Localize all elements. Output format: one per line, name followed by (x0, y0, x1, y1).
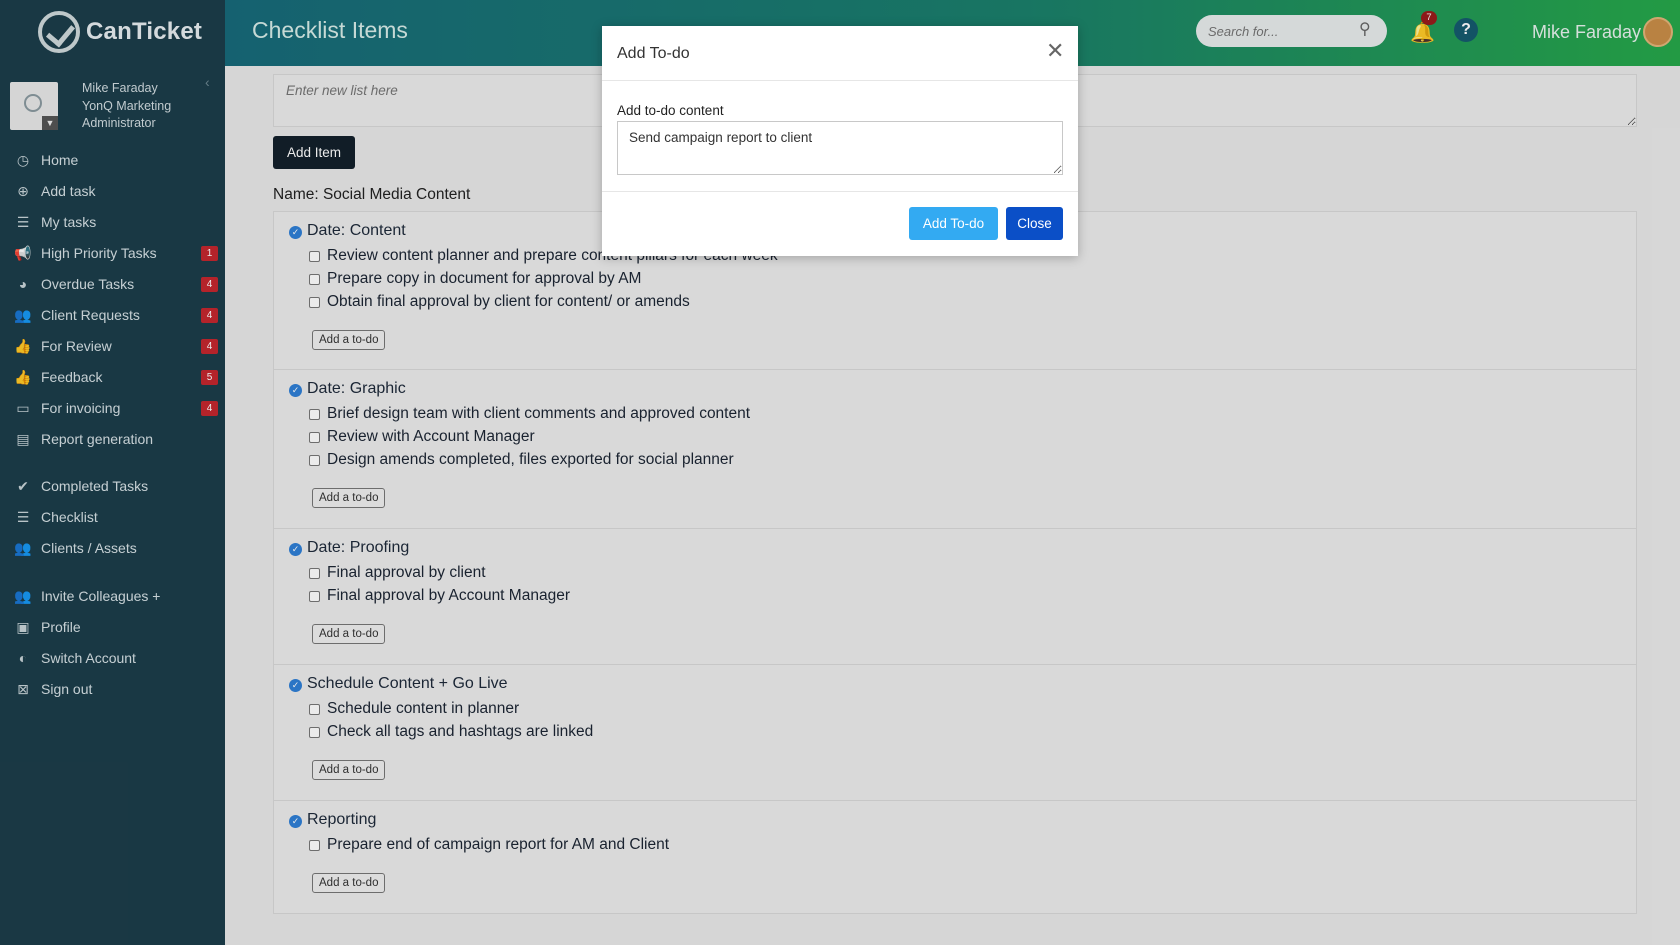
modal-title: Add To-do (617, 45, 690, 62)
modal-divider (602, 191, 1078, 192)
todo-content-input[interactable]: Send campaign report to client (617, 121, 1063, 175)
todo-content-label: Add to-do content (617, 103, 724, 118)
modal-divider (602, 80, 1078, 81)
close-icon[interactable]: ✕ (1046, 40, 1064, 62)
close-button[interactable]: Close (1006, 207, 1063, 240)
add-todo-button[interactable]: Add To-do (909, 207, 998, 240)
add-todo-modal: Add To-do ✕ Add to-do content Send campa… (602, 26, 1078, 256)
